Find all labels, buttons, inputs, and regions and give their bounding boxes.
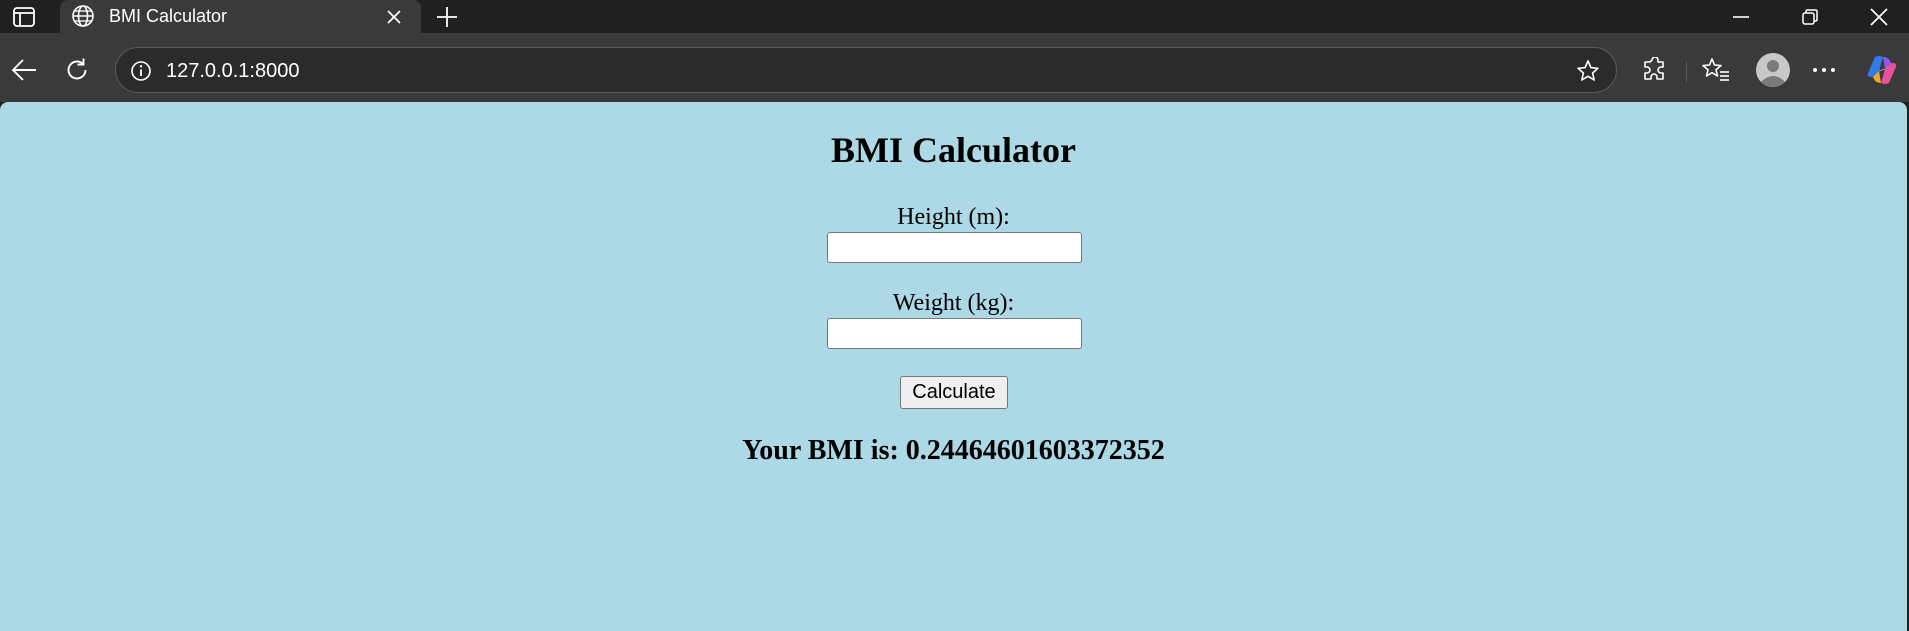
browser-toolbar: 127.0.0.1:8000 [0,33,1909,102]
favorites-icon[interactable] [1696,50,1736,90]
tab-sidebar-icon[interactable] [0,0,48,33]
restore-icon[interactable] [1780,0,1840,33]
window-close-icon[interactable] [1849,0,1909,33]
extensions-icon[interactable] [1635,50,1675,90]
url-text: 127.0.0.1:8000 [166,60,300,82]
toolbar-divider [1686,61,1687,83]
page-viewport: BMI Calculator Height (m): Weight (kg): … [0,102,1907,631]
info-icon[interactable] [128,58,154,84]
browser-tab[interactable]: BMI Calculator [60,0,421,33]
star-icon[interactable] [1574,57,1602,85]
bmi-result: Your BMI is: 0.24464601603372352 [742,435,1165,466]
refresh-icon[interactable] [57,50,97,90]
page-title: BMI Calculator [831,130,1076,170]
more-icon[interactable] [1804,50,1844,90]
minimize-icon[interactable] [1711,0,1771,33]
back-arrow-icon[interactable] [4,50,44,90]
profile-icon[interactable] [1751,48,1795,92]
address-bar[interactable]: 127.0.0.1:8000 [115,47,1617,93]
height-label: Height (m): [897,204,1010,230]
copilot-icon[interactable] [1862,50,1902,90]
close-icon[interactable] [382,5,406,29]
plus-icon[interactable] [432,2,462,32]
height-input[interactable] [827,232,1082,263]
globe-icon [70,3,96,29]
weight-label: Weight (kg): [892,290,1015,316]
tab-strip: BMI Calculator [0,0,1909,33]
calculate-button[interactable]: Calculate [900,376,1008,409]
tab-title: BMI Calculator [109,6,228,26]
weight-input[interactable] [827,318,1082,349]
